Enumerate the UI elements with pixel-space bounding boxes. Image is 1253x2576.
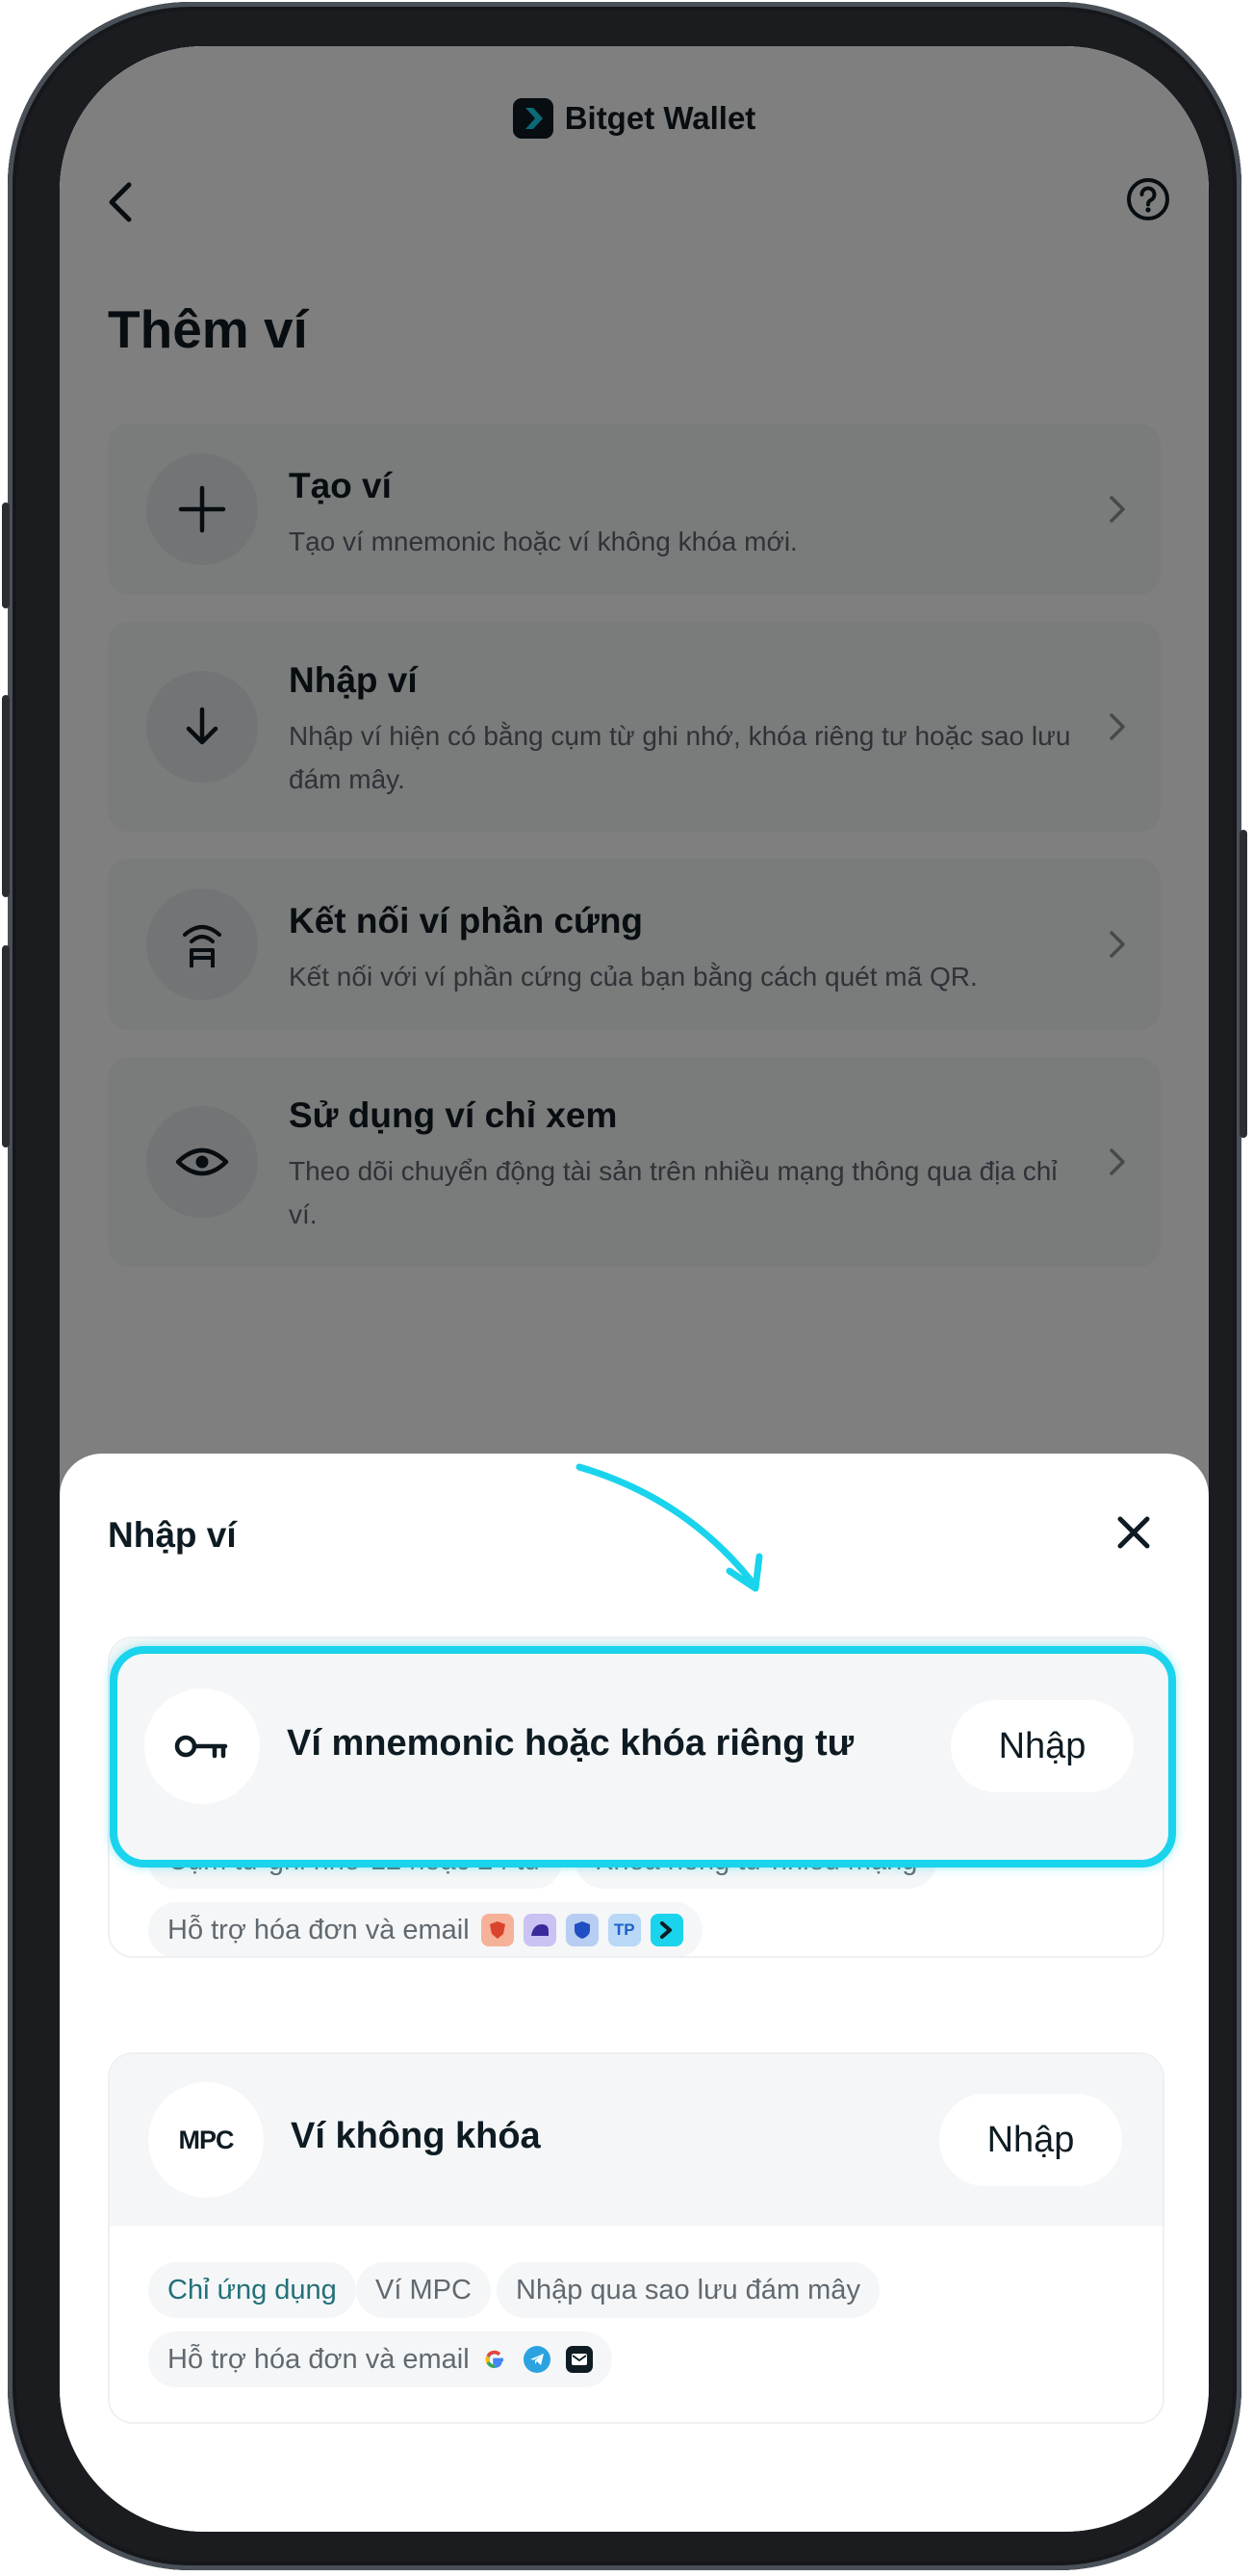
tag-cloud-backup: Nhập qua sao lưu đám mây (497, 2262, 880, 2318)
telegram-icon (523, 2346, 550, 2373)
sheet-title: Nhập ví (108, 1515, 237, 1555)
keyless-wallet-card: MPC Ví không khóa Nhập Chỉ ứng dụng Ví M… (108, 2052, 1164, 2424)
side-button-volume-down (2, 945, 10, 1147)
side-button-mute (2, 502, 10, 608)
wallet-badge-purple-icon (523, 1914, 556, 1946)
side-button-volume-up (2, 695, 10, 897)
phone-screen: Bitget Wallet Thêm ví Tạo ví Tạo ví m (60, 46, 1209, 2532)
phone-frame: Bitget Wallet Thêm ví Tạo ví Tạo ví m (2, 2, 1247, 2570)
support-tag: Hỗ trợ hóa đơn và email TP (148, 1902, 703, 1956)
wallet-badge-tp-icon: TP (607, 1914, 641, 1946)
side-button-power (1240, 830, 1247, 1138)
annotation-arrow-icon (575, 1463, 763, 1592)
google-icon (481, 2346, 508, 2373)
wallet-badge-bitget-icon (650, 1914, 683, 1946)
tag-mpc-wallet: Ví MPC (356, 2262, 491, 2318)
support-label: Hỗ trợ hóa đơn và email (167, 2343, 470, 2375)
wallet-badge-shield-icon (565, 1914, 599, 1946)
tag-app-only: Chỉ ứng dụng (148, 2262, 356, 2318)
close-button[interactable] (1111, 1509, 1157, 1556)
mnemonic-wallet-title: Ví mnemonic hoặc khóa riêng tư (287, 1723, 855, 1764)
close-icon (1117, 1516, 1150, 1549)
keyless-wallet-title: Ví không khóa (291, 2116, 541, 2156)
import-mnemonic-button[interactable]: Nhập (951, 1700, 1134, 1792)
import-wallet-sheet: Nhập ví Cụm từ ghi nhớ 12 hoặc 24 từ Khó… (60, 1454, 1209, 2532)
support-label: Hỗ trợ hóa đơn và email (167, 1914, 470, 1945)
key-icon (144, 1688, 260, 1804)
import-keyless-button[interactable]: Nhập (939, 2094, 1122, 2186)
support-tag: Hỗ trợ hóa đơn và email (148, 2331, 612, 2387)
wallet-badge-orange-icon (480, 1914, 514, 1946)
mnemonic-wallet-highlight[interactable]: Ví mnemonic hoặc khóa riêng tư Nhập (110, 1646, 1176, 1868)
email-icon (565, 2346, 593, 2373)
mpc-icon: MPC (148, 2082, 264, 2198)
